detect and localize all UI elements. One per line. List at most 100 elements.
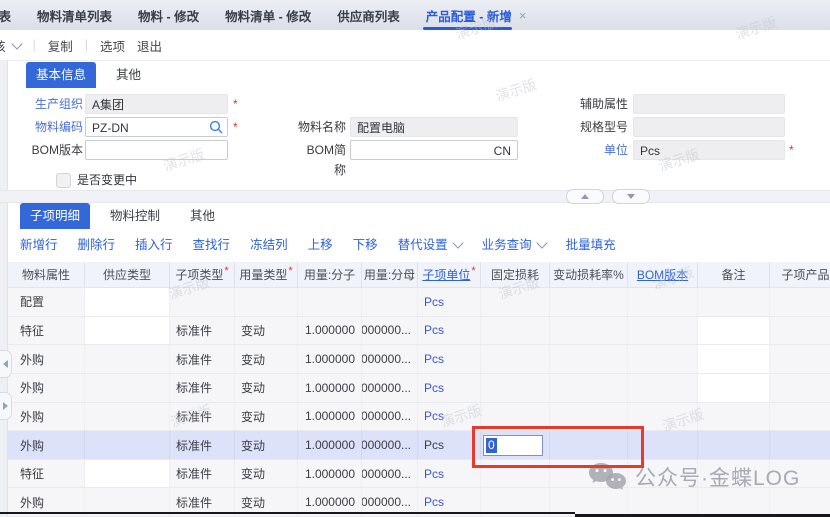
table-row[interactable]: 特征标准件变动1.0000001.000000...Pcs xyxy=(8,460,830,489)
table-cell[interactable]: 1.000000 xyxy=(298,431,362,459)
grid-toolbar-menu[interactable]: 业务查询 xyxy=(482,234,546,253)
material-code-field[interactable]: PZ-DN xyxy=(85,117,228,137)
table-cell[interactable] xyxy=(628,317,698,345)
table-row[interactable]: 特征标准件变动1.0000001.000000...Pcs xyxy=(8,317,830,346)
table-cell[interactable] xyxy=(698,317,770,345)
table-cell[interactable]: 变动 xyxy=(235,317,298,345)
table-cell[interactable] xyxy=(85,288,170,316)
window-tab[interactable]: 供应商列表 xyxy=(337,0,400,30)
table-row[interactable]: 外购标准件变动1.0000001.000000...Pcs xyxy=(8,345,830,374)
table-cell[interactable] xyxy=(550,403,628,431)
table-cell[interactable]: 1.000000... xyxy=(362,403,418,431)
table-cell[interactable]: 1.000000... xyxy=(362,431,418,459)
table-cell[interactable] xyxy=(481,288,550,316)
table-cell[interactable]: 变动 xyxy=(235,403,298,431)
table-row[interactable]: 外购标准件变动1.0000001.000000...Pcs xyxy=(8,403,830,432)
chevron-down-icon[interactable] xyxy=(11,38,22,49)
form-tab[interactable]: 其他 xyxy=(106,62,151,88)
grid-toolbar-button[interactable]: 插入行 xyxy=(135,234,173,253)
table-cell[interactable]: 标准件 xyxy=(170,345,235,373)
table-cell[interactable] xyxy=(481,317,550,345)
table-cell[interactable] xyxy=(628,460,698,488)
table-cell[interactable]: 变动 xyxy=(235,460,298,488)
unit-cell-value[interactable]: Pcs xyxy=(424,295,444,309)
table-cell[interactable]: 1.000000 xyxy=(298,345,362,373)
table-cell[interactable]: Pcs xyxy=(418,374,481,402)
table-cell[interactable]: Pcs xyxy=(418,288,481,316)
detail-tab[interactable]: 其他 xyxy=(180,203,225,229)
table-cell[interactable] xyxy=(298,288,362,316)
grid-toolbar-button[interactable]: 新增行 xyxy=(20,234,58,253)
detail-tab[interactable]: 物料控制 xyxy=(100,203,170,229)
grid-toolbar-button[interactable]: 上移 xyxy=(308,234,333,253)
grid-toolbar-button[interactable]: 批量填充 xyxy=(566,234,616,253)
table-cell[interactable] xyxy=(550,460,628,488)
table-cell[interactable]: 变动 xyxy=(235,431,298,459)
table-cell[interactable]: 标准件 xyxy=(170,431,235,459)
tab-close-icon[interactable]: × xyxy=(519,8,527,23)
table-cell[interactable]: Pcs xyxy=(418,403,481,431)
table-cell[interactable] xyxy=(698,431,770,459)
table-row[interactable]: 外购标准件变动1.0000001.000000...Pcs xyxy=(8,374,830,403)
table-cell[interactable] xyxy=(628,403,698,431)
search-icon[interactable] xyxy=(209,120,223,134)
table-cell[interactable] xyxy=(628,345,698,373)
window-tab[interactable]: 物料清单 - 修改 xyxy=(225,0,311,30)
unit-field[interactable]: Pcs xyxy=(633,140,785,160)
exit-button[interactable]: 退出 xyxy=(137,36,162,55)
table-cell[interactable] xyxy=(770,317,830,345)
unit-cell-value[interactable]: Pcs xyxy=(424,467,444,481)
window-tab[interactable]: 列表 xyxy=(0,0,11,30)
table-cell[interactable]: 0 xyxy=(481,431,550,459)
table-cell[interactable] xyxy=(770,403,830,431)
window-tab[interactable]: 产品配置 - 新增× xyxy=(426,0,527,30)
bom-abbr-field[interactable]: CN xyxy=(350,140,518,160)
window-tab[interactable]: 物料 - 修改 xyxy=(138,0,199,30)
table-cell[interactable] xyxy=(481,345,550,373)
table-cell[interactable]: 1.000000... xyxy=(362,317,418,345)
table-cell[interactable] xyxy=(550,317,628,345)
collapse-left-handle[interactable] xyxy=(0,350,12,378)
table-cell[interactable]: 标准件 xyxy=(170,460,235,488)
table-cell[interactable] xyxy=(481,374,550,402)
grid-toolbar-menu[interactable]: 替代设置 xyxy=(398,234,462,253)
grid-toolbar-button[interactable]: 下移 xyxy=(353,234,378,253)
table-cell[interactable]: 1.000000 xyxy=(298,317,362,345)
table-cell[interactable] xyxy=(770,288,830,316)
copy-button[interactable]: 复制 xyxy=(48,36,73,55)
table-cell[interactable] xyxy=(770,460,830,488)
table-cell[interactable] xyxy=(362,288,418,316)
table-cell[interactable] xyxy=(85,317,170,345)
table-cell[interactable]: 1.000000 xyxy=(298,460,362,488)
table-cell[interactable] xyxy=(85,403,170,431)
table-cell[interactable]: 变动 xyxy=(235,345,298,373)
table-cell[interactable] xyxy=(481,403,550,431)
table-cell[interactable] xyxy=(698,403,770,431)
table-cell[interactable] xyxy=(628,431,698,459)
table-cell[interactable] xyxy=(85,345,170,373)
table-cell[interactable] xyxy=(770,488,830,516)
table-cell[interactable]: 特征 xyxy=(8,317,85,345)
table-cell[interactable] xyxy=(628,374,698,402)
table-row[interactable]: 配置 Pcs xyxy=(8,288,830,317)
unit-cell-value[interactable]: Pcs xyxy=(424,409,444,423)
detail-tab[interactable]: 子项明细 xyxy=(20,203,90,229)
table-cell[interactable]: 1.000000... xyxy=(362,374,418,402)
table-cell[interactable] xyxy=(85,431,170,459)
collapse-down-button[interactable] xyxy=(612,189,650,204)
table-cell[interactable]: 标准件 xyxy=(170,403,235,431)
grid-toolbar-button[interactable]: 冻结列 xyxy=(250,234,288,253)
table-cell[interactable] xyxy=(698,374,770,402)
table-cell[interactable]: 配置 xyxy=(8,288,85,316)
unit-cell-value[interactable]: Pcs xyxy=(424,495,444,509)
table-cell[interactable] xyxy=(550,288,628,316)
table-cell[interactable] xyxy=(550,374,628,402)
table-cell[interactable] xyxy=(698,345,770,373)
table-cell[interactable] xyxy=(628,288,698,316)
table-cell[interactable]: 外购 xyxy=(8,431,85,459)
column-header[interactable]: 子项单位* xyxy=(418,262,481,287)
table-cell[interactable] xyxy=(85,460,170,488)
table-cell[interactable] xyxy=(698,288,770,316)
table-cell[interactable] xyxy=(770,374,830,402)
prod-org-field[interactable]: A集团 xyxy=(85,94,228,114)
